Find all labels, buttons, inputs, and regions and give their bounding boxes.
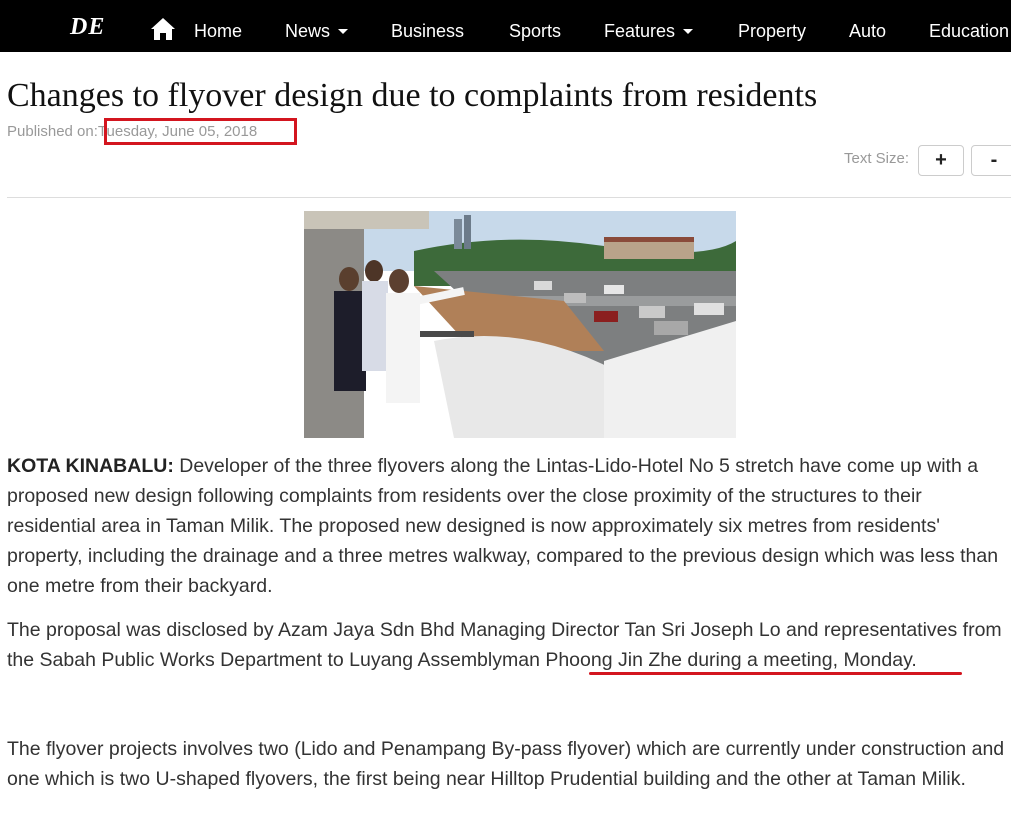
nav-item-news[interactable]: News — [285, 20, 349, 42]
article-paragraph-1: KOTA KINABALU: Developer of the three fl… — [7, 455, 999, 597]
nav-item-education[interactable]: Education — [929, 20, 1009, 42]
site-logo[interactable]: DE — [70, 14, 105, 41]
published-date: Tuesday, June 05, 2018 — [97, 123, 258, 140]
article-paragraph-3: The flyover projects involves two (Lido … — [7, 738, 1005, 790]
text-size-decrease-button[interactable]: - — [971, 145, 1011, 176]
nav-item-features[interactable]: Features — [604, 20, 694, 42]
article-title: Changes to flyover design due to complai… — [7, 77, 818, 114]
nav-item-home[interactable]: Home — [194, 20, 242, 42]
article-paragraph-2: The proposal was disclosed by Azam Jaya … — [7, 619, 1002, 671]
divider — [7, 197, 1011, 198]
chevron-down-icon — [683, 29, 694, 34]
home-icon[interactable] — [150, 17, 176, 41]
nav-item-property[interactable]: Property — [738, 20, 806, 42]
published-label: Published on: — [7, 123, 98, 140]
dateline: KOTA KINABALU: — [7, 455, 174, 477]
nav-item-business[interactable]: Business — [391, 20, 464, 42]
article-photo — [304, 211, 736, 438]
text-size-increase-button[interactable]: + — [918, 145, 964, 176]
top-navbar: DE Home News Business Sports Features Pr… — [0, 0, 1011, 52]
nav-item-sports[interactable]: Sports — [509, 20, 561, 42]
published-line: Published on:Tuesday, June 05, 2018 — [7, 123, 257, 140]
chevron-down-icon — [338, 29, 349, 34]
text-size-label: Text Size: — [844, 150, 910, 167]
nav-item-auto[interactable]: Auto — [849, 20, 886, 42]
